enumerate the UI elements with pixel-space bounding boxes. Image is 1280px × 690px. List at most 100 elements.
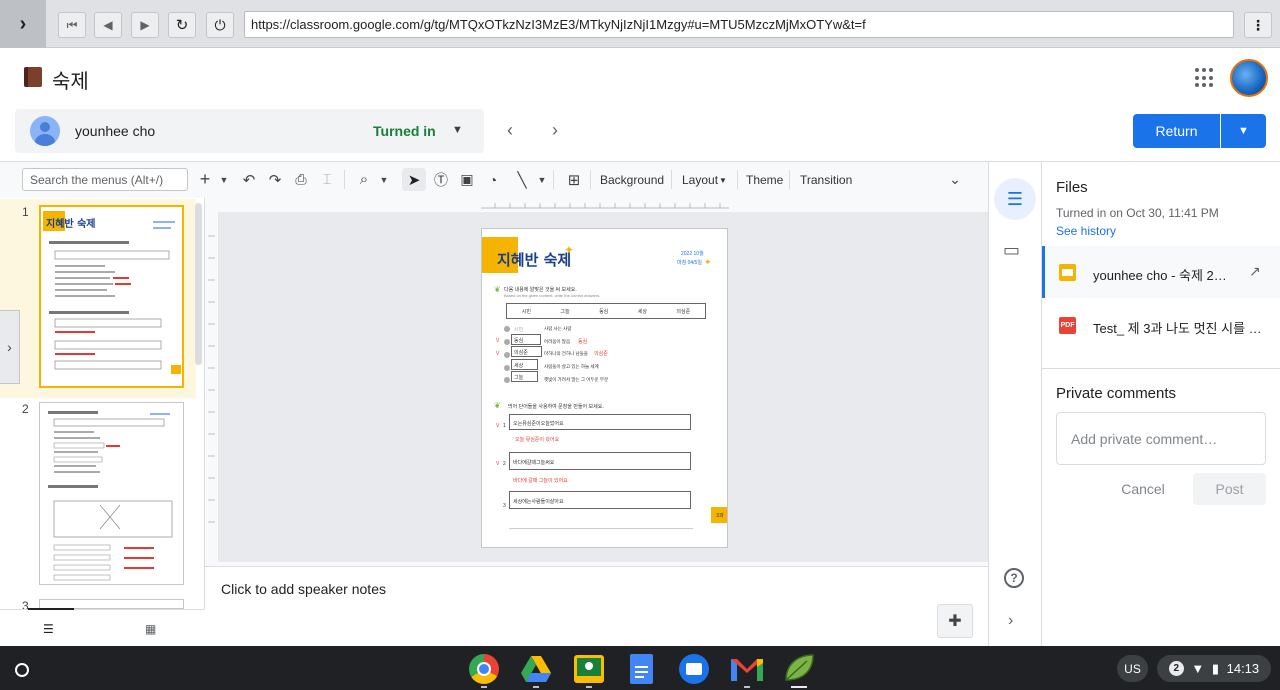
slide-thumbnail-preview [48, 411, 173, 581]
sentence-number: 2 [503, 461, 506, 467]
divider [590, 170, 591, 189]
filmstrip-scrollbar[interactable] [195, 203, 202, 365]
select-cursor-icon[interactable]: ➤ [402, 168, 426, 191]
menu-search-input[interactable]: Search the menus (Alt+/) [22, 168, 188, 191]
print-icon[interactable]: ⎙ [291, 168, 311, 191]
question-1-subtitle: Based on the given content, write the co… [504, 293, 601, 298]
image-icon[interactable]: ▣ [456, 168, 478, 191]
private-comments-heading: Private comments [1056, 385, 1177, 402]
undo-icon[interactable]: ↶ [239, 168, 259, 191]
speaker-notes-placeholder[interactable]: Click to add speaker notes [221, 581, 386, 597]
filmstrip-view-icon[interactable]: ☰ [43, 622, 54, 636]
answer-line [509, 528, 693, 529]
cancel-button[interactable]: Cancel [1108, 473, 1178, 505]
new-slide-dropdown-icon[interactable]: ▼ [218, 168, 230, 191]
private-comment-input[interactable]: Add private comment… [1056, 412, 1266, 465]
reload-icon: ↻ [175, 17, 189, 34]
definition-text: 햇빛이 가려서 많는 그 어두운 부분 [544, 377, 609, 382]
account-avatar[interactable] [1230, 59, 1268, 97]
comments-tab-icon[interactable]: ▭ [1003, 240, 1020, 261]
definition-text: 마하나의 건하나 남들을 [544, 351, 588, 356]
page-badge: 3과 [711, 507, 727, 523]
power-icon: ⏻ [214, 16, 226, 33]
running-indicator [481, 686, 487, 688]
collapse-toolbar-icon[interactable]: ⌄ [945, 168, 965, 191]
transition-button[interactable]: Transition [800, 173, 852, 187]
grid-view-icon[interactable]: ▦ [145, 622, 156, 636]
sidebar-toggle-button[interactable]: › [0, 0, 46, 48]
slide-thumbnail-2[interactable] [39, 402, 184, 585]
forward-button[interactable]: ▶ [131, 12, 159, 38]
forward-icon: ▶ [140, 18, 150, 32]
previous-student-icon[interactable]: ‹ [507, 120, 513, 141]
sentence-number: 3 [503, 503, 506, 509]
filmstrip-collapse-button[interactable]: › [0, 310, 20, 384]
new-slide-icon[interactable]: + [196, 168, 214, 191]
paint-format-icon[interactable]: ⌶ [317, 168, 337, 191]
comment-add-icon[interactable]: ⊞ [563, 168, 585, 191]
launcher-button[interactable] [8, 656, 36, 684]
browser-menu-button[interactable]: ⋮ [1244, 12, 1272, 38]
next-student-icon[interactable]: › [552, 120, 558, 141]
layout-dropdown-icon[interactable]: ▼ [719, 176, 727, 185]
slide-date-line: 2022 10월 [681, 251, 704, 257]
divider [789, 170, 790, 189]
return-options-button[interactable]: ▼ [1221, 114, 1266, 148]
teacher-answer: 바다에 갈때 그늘이 있어요 [513, 478, 568, 484]
docs-icon[interactable] [630, 654, 653, 684]
current-slide[interactable]: 지혜반 숙제 ✦ 2022 10월 마침 04/5일 ✦ ❦ 다음 내용에 알맞… [481, 228, 728, 548]
running-indicator [586, 686, 592, 688]
assignment-book-icon [24, 67, 42, 87]
first-page-button[interactable]: ⏮ [58, 12, 86, 38]
layout-button[interactable]: Layout [682, 173, 718, 187]
files-icon[interactable] [679, 654, 709, 684]
zoom-icon[interactable]: ⌕ [353, 168, 375, 191]
shape-icon[interactable]: ◔ [482, 168, 504, 191]
sparkle-icon: ✦ [564, 243, 575, 257]
explore-button[interactable]: ✚ [937, 604, 973, 638]
speaker-notes-pane[interactable] [205, 566, 988, 646]
file-name[interactable]: younhee cho - 숙제 2022 [1093, 265, 1233, 284]
see-history-link[interactable]: See history [1056, 224, 1116, 238]
help-icon[interactable]: ? [1004, 568, 1024, 588]
answer-box: 의심준 [511, 346, 542, 357]
google-apps-icon[interactable] [1195, 68, 1215, 88]
text-box-icon[interactable]: Ⓣ [430, 168, 452, 191]
reload-button[interactable]: ↻ [168, 12, 196, 38]
drive-icon[interactable] [521, 656, 551, 685]
back-button[interactable]: ◀ [94, 12, 122, 38]
check-mark: V [496, 423, 500, 429]
divider [553, 170, 554, 189]
divider [344, 170, 345, 189]
file-name[interactable]: Test_ 제 3과 나도 멋진 시를 짓고 싶어요 [1093, 318, 1273, 337]
running-indicator [533, 686, 539, 688]
post-button[interactable]: Post [1193, 473, 1266, 505]
running-indicator [744, 686, 750, 688]
background-button[interactable]: Background [600, 173, 664, 187]
line-dropdown-icon[interactable]: ▼ [536, 168, 548, 191]
slide-thumbnail-1[interactable]: 지혜반 숙제 [39, 205, 184, 388]
system-tray[interactable]: 2 ▼ ▮ 14:13 [1157, 655, 1271, 682]
input-method-indicator[interactable]: US [1117, 655, 1148, 682]
power-button[interactable]: ⏻ [206, 12, 234, 38]
leaf-app-icon[interactable] [783, 653, 815, 686]
chrome-icon[interactable] [469, 654, 499, 684]
sentence-box: 바다에갈때그늘써요 [509, 452, 691, 470]
redo-icon[interactable]: ↷ [265, 168, 285, 191]
zoom-dropdown-icon[interactable]: ▼ [378, 168, 390, 191]
expand-panel-icon[interactable]: › [1008, 612, 1013, 630]
student-avatar [30, 116, 60, 146]
classroom-icon[interactable] [574, 655, 604, 683]
address-bar[interactable]: https://classroom.google.com/g/tg/MTQxOT… [244, 11, 1234, 38]
line-icon[interactable]: ╲ [511, 168, 533, 191]
files-tab-button[interactable]: ☰ [994, 178, 1036, 220]
return-button[interactable]: Return [1133, 114, 1220, 148]
student-dropdown-icon[interactable]: ▼ [452, 124, 463, 136]
open-in-new-icon[interactable]: ↗ [1249, 263, 1261, 280]
gmail-icon[interactable] [731, 657, 763, 684]
divider [1042, 368, 1280, 369]
chevron-right-icon: › [7, 339, 12, 355]
theme-button[interactable]: Theme [746, 173, 783, 187]
word-bank: 시민 그늘 동심 세상 의심준 [506, 303, 706, 319]
active-view-indicator [28, 608, 74, 610]
